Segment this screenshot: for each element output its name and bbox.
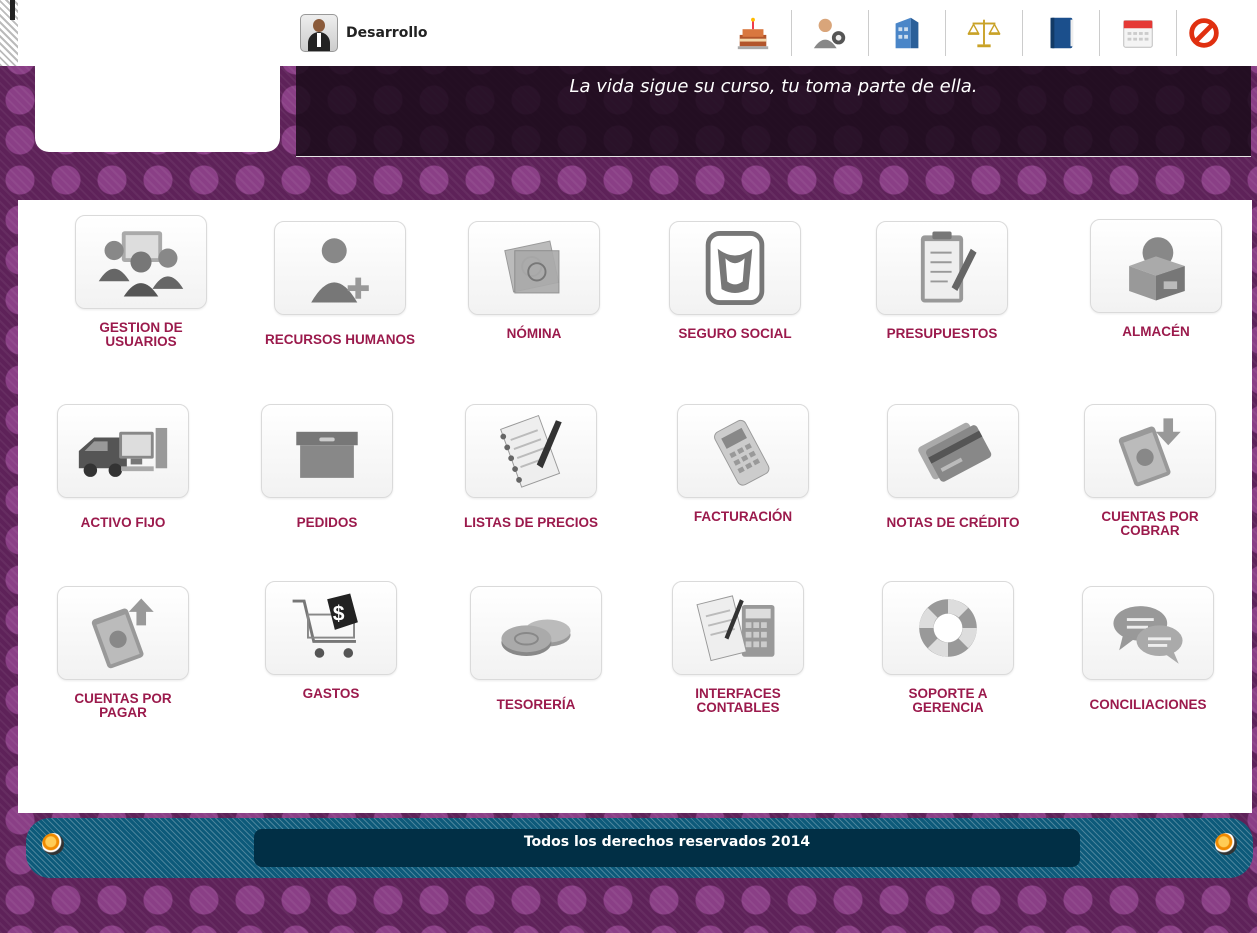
module-label: CUENTAS POR PAGAR [74,691,172,720]
toolbar [715,10,1231,56]
banner: La vida sigue su curso, tu toma parte de… [296,66,1251,157]
module-soporte-gerencia[interactable]: SOPORTE A GERENCIA [853,581,1043,715]
module-label: NÓMINA [506,326,562,341]
truck-computer-icon [78,427,168,477]
calendar-icon[interactable] [1100,10,1177,56]
user-avatar-icon [300,14,338,52]
module-tesoreria[interactable]: TESORERÍA [441,586,631,712]
module-label: PEDIDOS [296,515,358,530]
notepad-icon [500,414,562,488]
footer-left-ornament-icon [42,833,64,855]
warehouse-box-icon [1129,237,1185,301]
module-label: PRESUPUESTOS [886,326,998,341]
building-icon[interactable] [869,10,946,56]
copyright-text: Todos los derechos reservados 2014 [523,834,811,850]
module-interfaces-contables[interactable]: INTERFACES CONTABLES [643,581,833,715]
module-notas-credito[interactable]: NOTAS DE CRÉDITO [858,404,1048,530]
module-label: LISTAS DE PRECIOS [463,515,599,530]
credit-card-icon [918,422,992,482]
module-presupuestos[interactable]: PRESUPUESTOS [847,221,1037,341]
slogan: La vida sigue su curso, tu toma parte de… [569,76,978,97]
module-label: GESTION DE USUARIOS [99,320,183,349]
user-settings-icon[interactable] [792,10,869,56]
scales-icon[interactable] [946,10,1023,56]
module-label: FACTURACIÓN [693,509,793,524]
calculator-notebook-icon [696,595,775,662]
module-gestion-usuarios[interactable]: GESTION DE USUARIOS [46,215,236,349]
svg-text:$: $ [333,602,345,625]
module-label: TESORERÍA [496,697,576,712]
box-icon [296,431,358,478]
footer: Todos los derechos reservados 2014 [26,818,1253,878]
book-icon[interactable] [1023,10,1100,56]
module-label: CONCILIACIONES [1089,697,1207,712]
module-cuentas-cobrar[interactable]: CUENTAS POR COBRAR [1055,404,1245,538]
module-activo-fijo[interactable]: ACTIVO FIJO [28,404,218,530]
module-cuentas-pagar[interactable]: CUENTAS POR PAGAR [28,586,218,720]
modules-panel: GESTION DE USUARIOS RECURSOS HUMANOS NÓM… [18,200,1252,813]
card-terminal-icon [714,419,770,486]
social-security-icon [705,231,765,305]
user-info[interactable]: Desarrollo [300,13,428,53]
module-label: GASTOS [302,686,360,701]
module-gastos[interactable]: $ GASTOS [236,581,426,701]
module-label: ALMACÉN [1122,324,1190,339]
birthday-cake-icon[interactable] [715,10,792,56]
module-label: INTERFACES CONTABLES [695,686,781,715]
module-recursos-humanos[interactable]: RECURSOS HUMANOS [245,221,435,347]
module-nomina[interactable]: NÓMINA [439,221,629,341]
user-name: Desarrollo [346,25,428,41]
money-icon [504,240,560,294]
module-almacen[interactable]: ALMACÉN [1061,219,1251,339]
chat-bubbles-icon [1113,606,1183,664]
module-facturacion[interactable]: FACTURACIÓN [648,404,838,524]
users-icon [98,231,184,297]
lifebuoy-icon [919,599,977,657]
module-label: RECURSOS HUMANOS [264,332,415,347]
module-seguro-social[interactable]: SEGURO SOCIAL [640,221,830,341]
module-pedidos[interactable]: PEDIDOS [232,404,422,530]
module-label: NOTAS DE CRÉDITO [886,515,1020,530]
add-person-icon [311,238,369,303]
footer-bar: Todos los derechos reservados 2014 [254,829,1080,867]
left-edge-decoration [0,0,18,66]
receivable-icon [1118,418,1181,487]
module-label: SEGURO SOCIAL [678,326,792,341]
payable-icon [91,598,154,669]
module-conciliaciones[interactable]: CONCILIACIONES [1053,586,1243,712]
module-label: ACTIVO FIJO [80,515,166,530]
coins-icon [501,619,571,657]
shopping-cart-icon: $ [292,593,358,658]
clipboard-icon [920,231,977,303]
module-label: CUENTAS POR COBRAR [1101,509,1199,538]
module-label: SOPORTE A GERENCIA [908,686,988,715]
module-listas-precios[interactable]: LISTAS DE PRECIOS [436,404,626,530]
logo-area [35,40,280,152]
exit-icon[interactable] [1177,10,1231,56]
footer-right-ornament-icon [1215,833,1237,855]
